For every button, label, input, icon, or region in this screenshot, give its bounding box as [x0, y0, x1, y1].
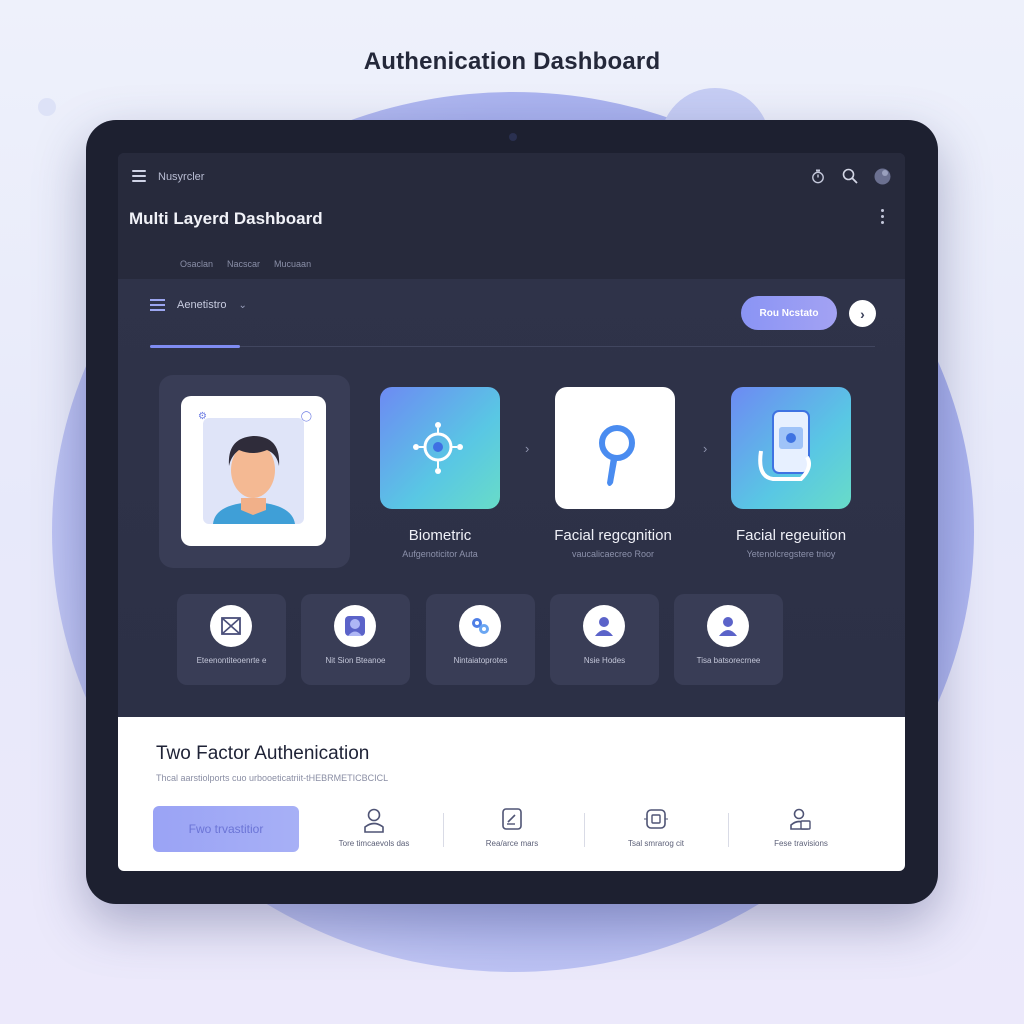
method-sub-3: Yetenolcregstere tnioy [746, 549, 836, 559]
search-icon[interactable] [841, 167, 859, 185]
avatar [203, 418, 304, 524]
divider [443, 813, 444, 847]
page-title: Authenication Dashboard [363, 48, 661, 75]
option-label-3: Nintaiatoprotes [453, 656, 508, 665]
two-factor-button[interactable]: Fwo trvastitior [153, 806, 299, 852]
user-icon [583, 605, 625, 647]
user-photo-icon [334, 605, 376, 647]
method-label-3: Facial regeuition [735, 527, 847, 544]
biometric-tile[interactable] [380, 387, 500, 509]
profile-photo-frame: ⚙ ◯ [181, 396, 326, 546]
two-factor-panel: Two Factor Authenication Thcal aarstiolp… [118, 717, 905, 871]
method-label-2: Facial regcgnition [554, 527, 672, 544]
two-factor-option-label-3: Tsal smrarog cit [627, 839, 684, 848]
key-icon [599, 425, 635, 486]
option-card-5[interactable]: Tisa batsorecrnee [674, 594, 783, 685]
profile-card[interactable]: ⚙ ◯ [159, 375, 350, 568]
option-label-5: Tisa batsorecrnee [696, 656, 761, 665]
chip-scan-icon [596, 807, 716, 833]
tab-underline-track [150, 346, 875, 347]
two-factor-option-1[interactable]: Tore timcaevols das [314, 807, 434, 848]
chevron-right-icon: › [703, 441, 708, 456]
tablet-frame: Nusyrcler Multi Layerd Dashboard Osaclan… [86, 120, 938, 904]
brand-name: Nusyrcler [158, 171, 205, 183]
option-card-2[interactable]: Nit Sion Bteanoe [301, 594, 410, 685]
header: Nusyrcler Multi Layerd Dashboard Osaclan… [118, 153, 905, 279]
kebab-menu-icon[interactable] [881, 209, 885, 227]
option-label-2: Nit Sion Bteanoe [325, 656, 386, 665]
subtab-2[interactable]: Nacscar [227, 259, 260, 269]
facial-recognition-tile[interactable] [555, 387, 675, 509]
fingerprint-icon [459, 605, 501, 647]
two-factor-option-4[interactable]: Fese travisions [741, 807, 861, 848]
option-card-4[interactable]: Nsie Hodes [550, 594, 659, 685]
envelope-icon [210, 605, 252, 647]
option-card-3[interactable]: Nintaiatoprotes [426, 594, 535, 685]
run-button[interactable]: Rou Ncstato [741, 296, 837, 330]
two-factor-option-2[interactable]: Rea/arce mars [452, 807, 572, 848]
menu-icon[interactable] [132, 170, 146, 182]
two-factor-title: Two Factor Authenication [156, 743, 370, 764]
mobile-verification-tile[interactable] [731, 387, 851, 509]
biometric-target-icon [413, 422, 463, 474]
two-factor-subtitle: Thcal aarstiolports cuo urbooeticatriit-… [156, 773, 389, 783]
method-sub-2: vaucalicaecreo Roor [571, 549, 655, 559]
camera-dot [509, 133, 517, 141]
method-label-1: Biometric [408, 527, 472, 544]
avatar-icon[interactable] [873, 167, 891, 185]
method-sub-1: Aufgenoticitor Auta [402, 549, 478, 559]
dashboard-title: Multi Layerd Dashboard [129, 209, 323, 228]
option-card-1[interactable]: Eteenontiteoenrte e [177, 594, 286, 685]
option-label-1: Eteenontiteoenrte e [196, 656, 267, 665]
screen: Nusyrcler Multi Layerd Dashboard Osaclan… [118, 153, 905, 871]
list-icon [150, 299, 165, 311]
subtabs: Osaclan Nacscar Mucuaan [180, 259, 311, 269]
filter-label: Aenetistro [177, 299, 227, 311]
user-icon [707, 605, 749, 647]
subtab-3[interactable]: Mucuaan [274, 259, 311, 269]
two-factor-option-label-4: Fese travisions [774, 839, 828, 848]
divider [728, 813, 729, 847]
person-icon [314, 807, 434, 833]
option-label-4: Nsie Hodes [583, 656, 626, 665]
two-factor-option-3[interactable]: Tsal smrarog cit [596, 807, 716, 848]
filter-dropdown[interactable]: Aenetistro ⌄ [150, 299, 247, 311]
subtab-1[interactable]: Osaclan [180, 259, 213, 269]
background-dot [38, 98, 56, 116]
two-factor-option-label-2: Rea/arce mars [485, 839, 539, 848]
header-actions [809, 167, 891, 185]
chevron-right-icon[interactable]: › [849, 300, 876, 327]
phone-scan-icon [758, 410, 811, 481]
auth-methods-panel: Aenetistro ⌄ Rou Ncstato › ⚙ ◯ › › Biome… [118, 279, 905, 717]
two-factor-option-label-1: Tore timcaevols das [338, 839, 410, 848]
people-icon [741, 807, 861, 833]
divider [584, 813, 585, 847]
chevron-right-icon: › [525, 441, 530, 456]
timer-icon[interactable] [809, 167, 827, 185]
chevron-down-icon: ⌄ [238, 299, 247, 311]
document-edit-icon [452, 807, 572, 833]
tab-underline-active [150, 345, 240, 348]
